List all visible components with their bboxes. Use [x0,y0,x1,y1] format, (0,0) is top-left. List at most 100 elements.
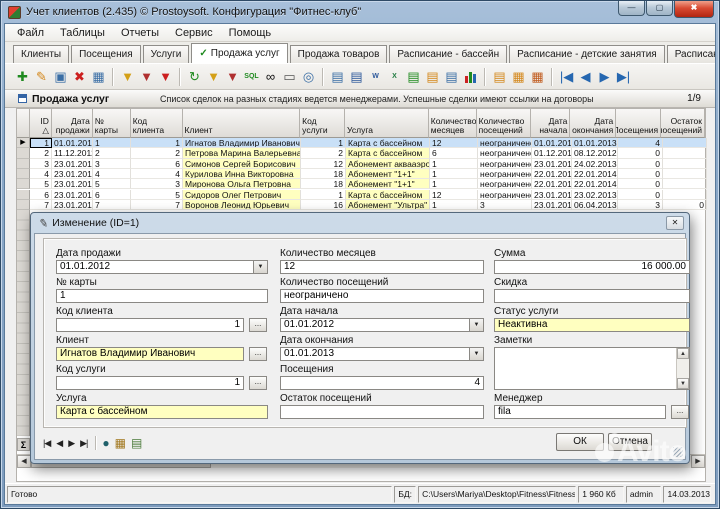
column-header[interactable]: Количество посещений [477,109,531,138]
table-row[interactable]: 623.01.201365Сидоров Олег Петрович1Карта… [17,190,707,200]
sum-icon[interactable]: ▤ [490,66,509,87]
filter-by-selection-icon[interactable]: ▼ [137,66,156,87]
title-bar[interactable]: Учет клиентов (2.435) © Prostoysoft. Кон… [4,3,716,22]
table-row[interactable]: 723.01.201377Воронов Леонид Юрьевич16Або… [17,200,707,210]
summary-row[interactable]: Σ [17,438,30,451]
notes-icon[interactable]: ▤ [131,437,142,449]
close-button[interactable]: ✖ [674,1,714,18]
tab-продажа-услуг[interactable]: ✓Продажа услуг [191,43,287,63]
field-менеджер[interactable]: fila [494,405,666,419]
field-код-услуги[interactable]: 1 [56,376,244,390]
tab-услуги[interactable]: Услуги [143,45,190,63]
find-icon[interactable]: ∞ [261,66,280,87]
menu-item-сервис[interactable]: Сервис [167,25,221,41]
select-all-cell[interactable] [17,109,30,138]
field-заметки[interactable]: ▲▼ [494,347,690,390]
column-header[interactable]: Код клиента [131,109,183,138]
export-pdf-icon[interactable]: ▤ [442,66,461,87]
field-клиент[interactable]: Игнатов Владимир Иванович [56,347,244,361]
filter-add-icon[interactable]: ▼ [204,66,223,87]
export-rtf-icon[interactable]: ▤ [328,66,347,87]
record-prev-icon[interactable]: ◀ [56,438,62,449]
add-record-icon[interactable]: ✚ [13,66,32,87]
scroll-right-icon[interactable]: ▶ [691,455,705,468]
minimize-button[interactable]: — [618,1,645,16]
tab-продажа-товаров[interactable]: Продажа товаров [290,45,388,63]
table-row[interactable]: 323.01.201336Симонов Сергей Борисович12А… [17,159,707,169]
column-header[interactable]: Код услуги [300,109,345,138]
table-row[interactable]: 423.01.201344Курилова Инна Викторовна18А… [17,169,707,179]
menu-item-помощь[interactable]: Помощь [221,25,280,41]
column-header[interactable]: ID △ [30,109,52,138]
ok-button[interactable]: ОК [556,433,604,451]
field-количество-посещений[interactable]: неограничено [280,289,484,303]
print-icon[interactable]: ▭ [280,66,299,87]
preview-icon[interactable]: ◎ [299,66,318,87]
menu-item-файл[interactable]: Файл [9,25,52,41]
copy-record-icon[interactable]: ▣ [51,66,70,87]
filter-clear-icon[interactable]: ▼ [156,66,175,87]
delete-record-icon[interactable]: ✖ [70,66,89,87]
scroll-down-icon[interactable]: ▼ [677,378,689,389]
lookup-button[interactable]: ... [671,405,689,419]
resize-grip[interactable] [673,447,683,457]
record-next-icon[interactable]: ▶ [68,438,74,449]
dialog-title-bar[interactable]: ✎ Изменение (ID=1) [31,213,689,233]
export-doc-icon[interactable]: ▤ [347,66,366,87]
field-услуга[interactable]: Карта с бассейном [56,405,268,419]
dropdown-icon[interactable]: ▼ [469,347,484,361]
field-скидка[interactable] [494,289,690,303]
tab-расписание---единоборства[interactable]: Расписание - единоборства [667,45,716,63]
column-header[interactable]: Дата окончания [570,109,616,138]
edit-record-icon[interactable]: ✎ [32,66,51,87]
menu-item-таблицы[interactable]: Таблицы [52,25,113,41]
tab-расписание---бассейн[interactable]: Расписание - бассейн [389,45,507,63]
table-row[interactable]: 211.12.201222Петрова Марина Валерьевна2К… [17,148,707,158]
export-word-icon[interactable]: W [366,66,385,87]
history-icon[interactable]: ● [102,437,109,449]
sql-icon[interactable]: SQL [242,66,261,87]
field-статус-услуги[interactable]: Неактивна [494,318,690,332]
export-html-icon[interactable]: ▤ [404,66,423,87]
textarea-scrollbar[interactable]: ▲▼ [676,348,689,389]
nav-last-icon[interactable]: ▶| [614,66,633,87]
column-header[interactable]: Дата продажи [52,109,93,138]
table-row[interactable]: ▶101.01.201211Игнатов Владимир Иванович1… [17,138,707,148]
filter-icon[interactable]: ▼ [118,66,137,87]
field-посещения[interactable]: 4 [280,376,484,390]
field-дата-окончания[interactable]: 01.01.2013 [280,347,484,361]
tab-посещения[interactable]: Посещения [71,45,141,63]
filter-saved-icon[interactable]: ▼ [223,66,242,87]
export-xml-icon[interactable]: ▤ [423,66,442,87]
lookup-button[interactable]: ... [249,347,267,361]
record-first-icon[interactable]: |◀ [43,438,50,449]
nav-first-icon[interactable]: |◀ [557,66,576,87]
column-header[interactable]: Остаток посещений [661,109,705,138]
tab-клиенты[interactable]: Клиенты [13,45,69,63]
cancel-button[interactable]: Отмена [608,433,652,451]
table-row[interactable]: 523.01.201353Миронова Ольга Петровна18Аб… [17,179,707,189]
aggregate-icon[interactable]: ▦ [528,66,547,87]
field--карты[interactable]: 1 [56,289,268,303]
field-сумма[interactable]: 16 000.00 [494,260,690,274]
dropdown-icon[interactable]: ▼ [469,318,484,332]
refresh-icon[interactable]: ↻ [185,66,204,87]
field-дата-начала[interactable]: 01.01.2012 [280,318,484,332]
dialog-close-button[interactable]: ✕ [666,216,684,230]
export-excel-icon[interactable]: X [385,66,404,87]
field-дата-продажи[interactable]: 01.01.2012 [56,260,268,274]
record-last-icon[interactable]: ▶| [80,438,87,449]
tab-расписание---детские-занятия[interactable]: Расписание - детские занятия [509,45,665,63]
maximize-button[interactable]: ▢ [646,1,673,16]
scroll-up-icon[interactable]: ▲ [677,348,689,359]
pivot-icon[interactable]: ▦ [509,66,528,87]
edit-in-table-icon[interactable]: ▦ [89,66,108,87]
field-количество-месяцев[interactable]: 12 [280,260,484,274]
column-header[interactable]: № карты [93,109,131,138]
chart-icon[interactable] [461,66,480,87]
column-header[interactable]: Дата начала [531,109,571,138]
column-header[interactable]: Посещения [616,109,661,138]
dropdown-icon[interactable]: ▼ [253,260,268,274]
field-остаток-посещений[interactable] [280,405,484,419]
lookup-button[interactable]: ... [249,376,267,390]
